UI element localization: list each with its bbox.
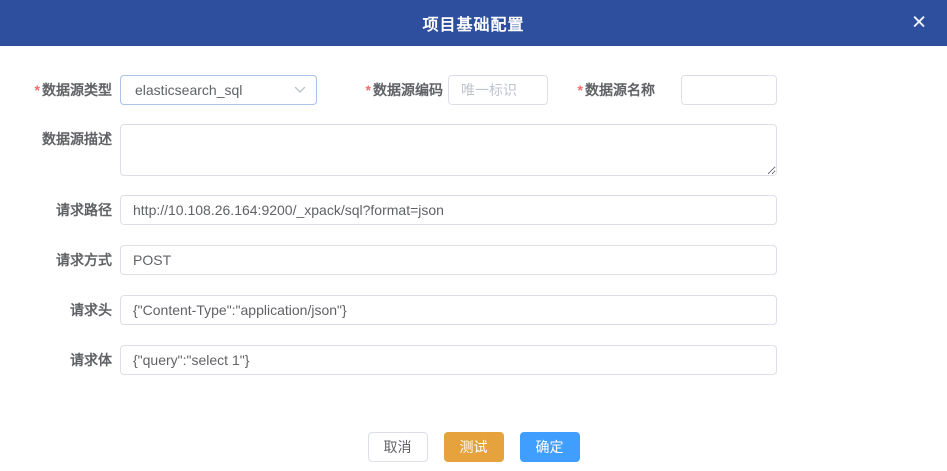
- request-headers-input[interactable]: [120, 295, 777, 325]
- required-asterisk: *: [365, 82, 371, 98]
- datasource-name-input[interactable]: [681, 75, 777, 105]
- datasource-code-label: * 数据源编码: [365, 82, 443, 98]
- form-row-description: 数据源描述: [0, 124, 947, 176]
- confirm-button[interactable]: 确定: [519, 432, 580, 462]
- dialog-title: 项目基础配置: [422, 17, 525, 34]
- cancel-button[interactable]: 取消: [367, 432, 428, 462]
- form-row-method: 请求方式: [0, 245, 947, 275]
- form-row-headers: 请求头: [0, 295, 947, 325]
- request-body-input[interactable]: [120, 345, 777, 375]
- close-icon[interactable]: ✕: [907, 10, 931, 37]
- datasource-desc-textarea[interactable]: [120, 124, 777, 176]
- dialog-header: 项目基础配置 ✕: [0, 0, 947, 46]
- dialog-body: *数据源类型 elasticsearch_sql *数据源编码 *数据源名称 数…: [0, 46, 947, 462]
- datasource-type-select[interactable]: elasticsearch_sql: [120, 75, 317, 105]
- datasource-code-input[interactable]: [448, 75, 548, 105]
- datasource-config-dialog: 项目基础配置 ✕ * 数据源类型 elasticsearch_sql * 数据源编码…: [0, 0, 947, 471]
- form-row-body: 请求体: [0, 345, 947, 375]
- required-asterisk: *: [577, 82, 583, 98]
- request-headers-label: 请求头: [70, 302, 112, 318]
- request-path-label: 请求路径: [56, 202, 112, 218]
- request-method-input[interactable]: [120, 245, 777, 275]
- form-row-path: 请求路径: [0, 195, 947, 225]
- test-button[interactable]: 测试: [443, 432, 504, 462]
- required-asterisk: *: [34, 82, 40, 98]
- datasource-desc-label: 数据源描述: [42, 131, 112, 147]
- chevron-down-icon: [294, 86, 306, 94]
- request-body-label: 请求体: [70, 352, 112, 368]
- request-path-input[interactable]: [120, 195, 777, 225]
- form-row-basic: *数据源类型 elasticsearch_sql *数据源编码 *数据源名称: [0, 75, 947, 105]
- datasource-type-value: elasticsearch_sql: [135, 82, 243, 98]
- dialog-footer: 取消 测试 确定: [0, 432, 947, 462]
- datasource-name-label: * 数据源名称: [577, 82, 655, 98]
- request-method-label: 请求方式: [56, 252, 112, 268]
- datasource-type-label: * 数据源类型: [34, 82, 112, 98]
